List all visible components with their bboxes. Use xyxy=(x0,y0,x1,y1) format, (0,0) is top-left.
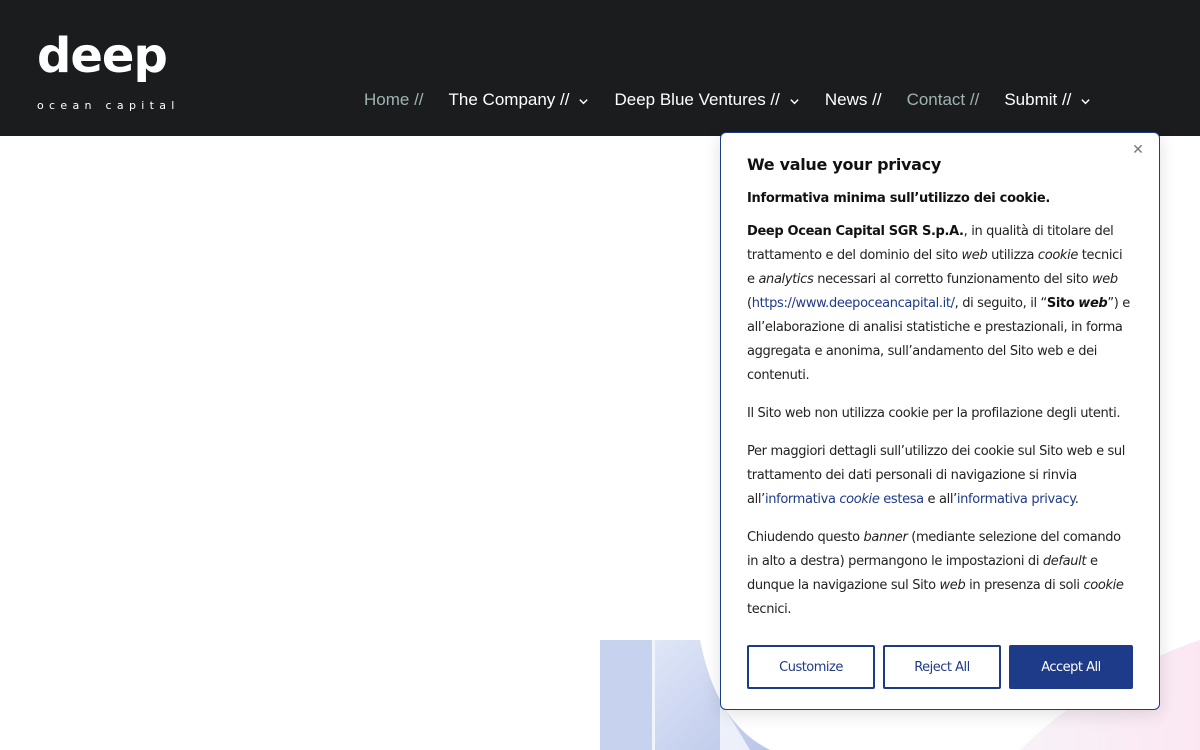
text: e all’ xyxy=(923,492,958,507)
text: web xyxy=(1091,272,1118,287)
logo-wordmark: deep xyxy=(37,28,168,84)
text: . xyxy=(1074,492,1079,507)
nav-item-the-company[interactable]: The Company // xyxy=(449,90,590,110)
deep-ocean-capital-logo[interactable]: deep ocean capital xyxy=(37,32,174,114)
text: in presenza di soli xyxy=(965,578,1084,593)
cookie-policy-link[interactable]: informativa cookie estesa xyxy=(765,492,924,507)
main-nav: Home // The Company // Deep Blue Venture… xyxy=(364,88,1116,112)
cookie-actions: Customize Reject All Accept All xyxy=(747,645,1133,689)
text: web xyxy=(961,248,988,263)
text: web xyxy=(1078,296,1108,311)
nav-label: Deep Blue Ventures // xyxy=(614,90,780,109)
customize-button[interactable]: Customize xyxy=(747,645,875,689)
close-icon[interactable]: ✕ xyxy=(1131,143,1145,157)
text: utilizza xyxy=(987,248,1038,263)
text: estesa xyxy=(879,492,924,507)
cookie-title: We value your privacy xyxy=(747,155,941,174)
text: cookie xyxy=(839,492,880,507)
text: cookie xyxy=(1083,578,1124,593)
company-name: Deep Ocean Capital SGR S.p.A. xyxy=(747,224,964,239)
chevron-down-icon xyxy=(790,98,799,104)
text: Sito xyxy=(1046,296,1075,311)
chevron-down-icon xyxy=(579,98,589,104)
nav-item-news[interactable]: News // xyxy=(825,90,882,110)
text: Chiudendo questo xyxy=(747,530,864,545)
cookie-paragraph-2: Il Sito web non utilizza cookie per la p… xyxy=(747,406,1121,421)
cookie-consent-banner: ✕ We value your privacy Informativa mini… xyxy=(720,132,1160,710)
nav-label: Contact // xyxy=(906,90,980,109)
cookie-paragraph-4: Chiudendo questo banner (mediante selezi… xyxy=(747,526,1133,622)
nav-label: News // xyxy=(824,90,882,109)
nav-item-deep-blue-ventures[interactable]: Deep Blue Ventures // xyxy=(614,90,799,110)
text: banner xyxy=(863,530,908,545)
nav-item-contact[interactable]: Contact // xyxy=(907,90,980,110)
website-link[interactable]: https://www.deepoceancapital.it/ xyxy=(752,296,955,311)
text: informativa xyxy=(764,492,840,507)
site-header: deep ocean capital Home // The Company /… xyxy=(0,0,1200,136)
nav-label: The Company // xyxy=(448,90,570,109)
text: , di seguito, il “ xyxy=(954,296,1048,311)
nav-label: Submit // xyxy=(1004,90,1072,109)
reject-all-button[interactable]: Reject All xyxy=(883,645,1001,689)
nav-item-home[interactable]: Home // xyxy=(364,90,424,110)
privacy-policy-link[interactable]: informativa privacy xyxy=(957,492,1075,507)
text: tecnici. xyxy=(747,602,792,617)
text: default xyxy=(1042,554,1087,569)
text: cookie xyxy=(1037,248,1079,263)
text: web xyxy=(939,578,966,593)
text: analytics xyxy=(758,272,814,287)
text: necessari al corretto funzionamento del … xyxy=(813,272,1092,287)
accept-all-button[interactable]: Accept All xyxy=(1009,645,1133,689)
cookie-paragraph-3: Per maggiori dettagli sull’utilizzo dei … xyxy=(747,440,1133,512)
nav-item-submit[interactable]: Submit // xyxy=(1004,90,1091,110)
cookie-paragraph-1: Deep Ocean Capital SGR S.p.A., in qualit… xyxy=(747,220,1133,388)
logo-tagline: ocean capital xyxy=(37,99,180,112)
chevron-down-icon xyxy=(1081,98,1091,104)
cookie-subtitle: Informativa minima sull’utilizzo dei coo… xyxy=(747,191,1051,206)
nav-label: Home // xyxy=(364,90,424,109)
